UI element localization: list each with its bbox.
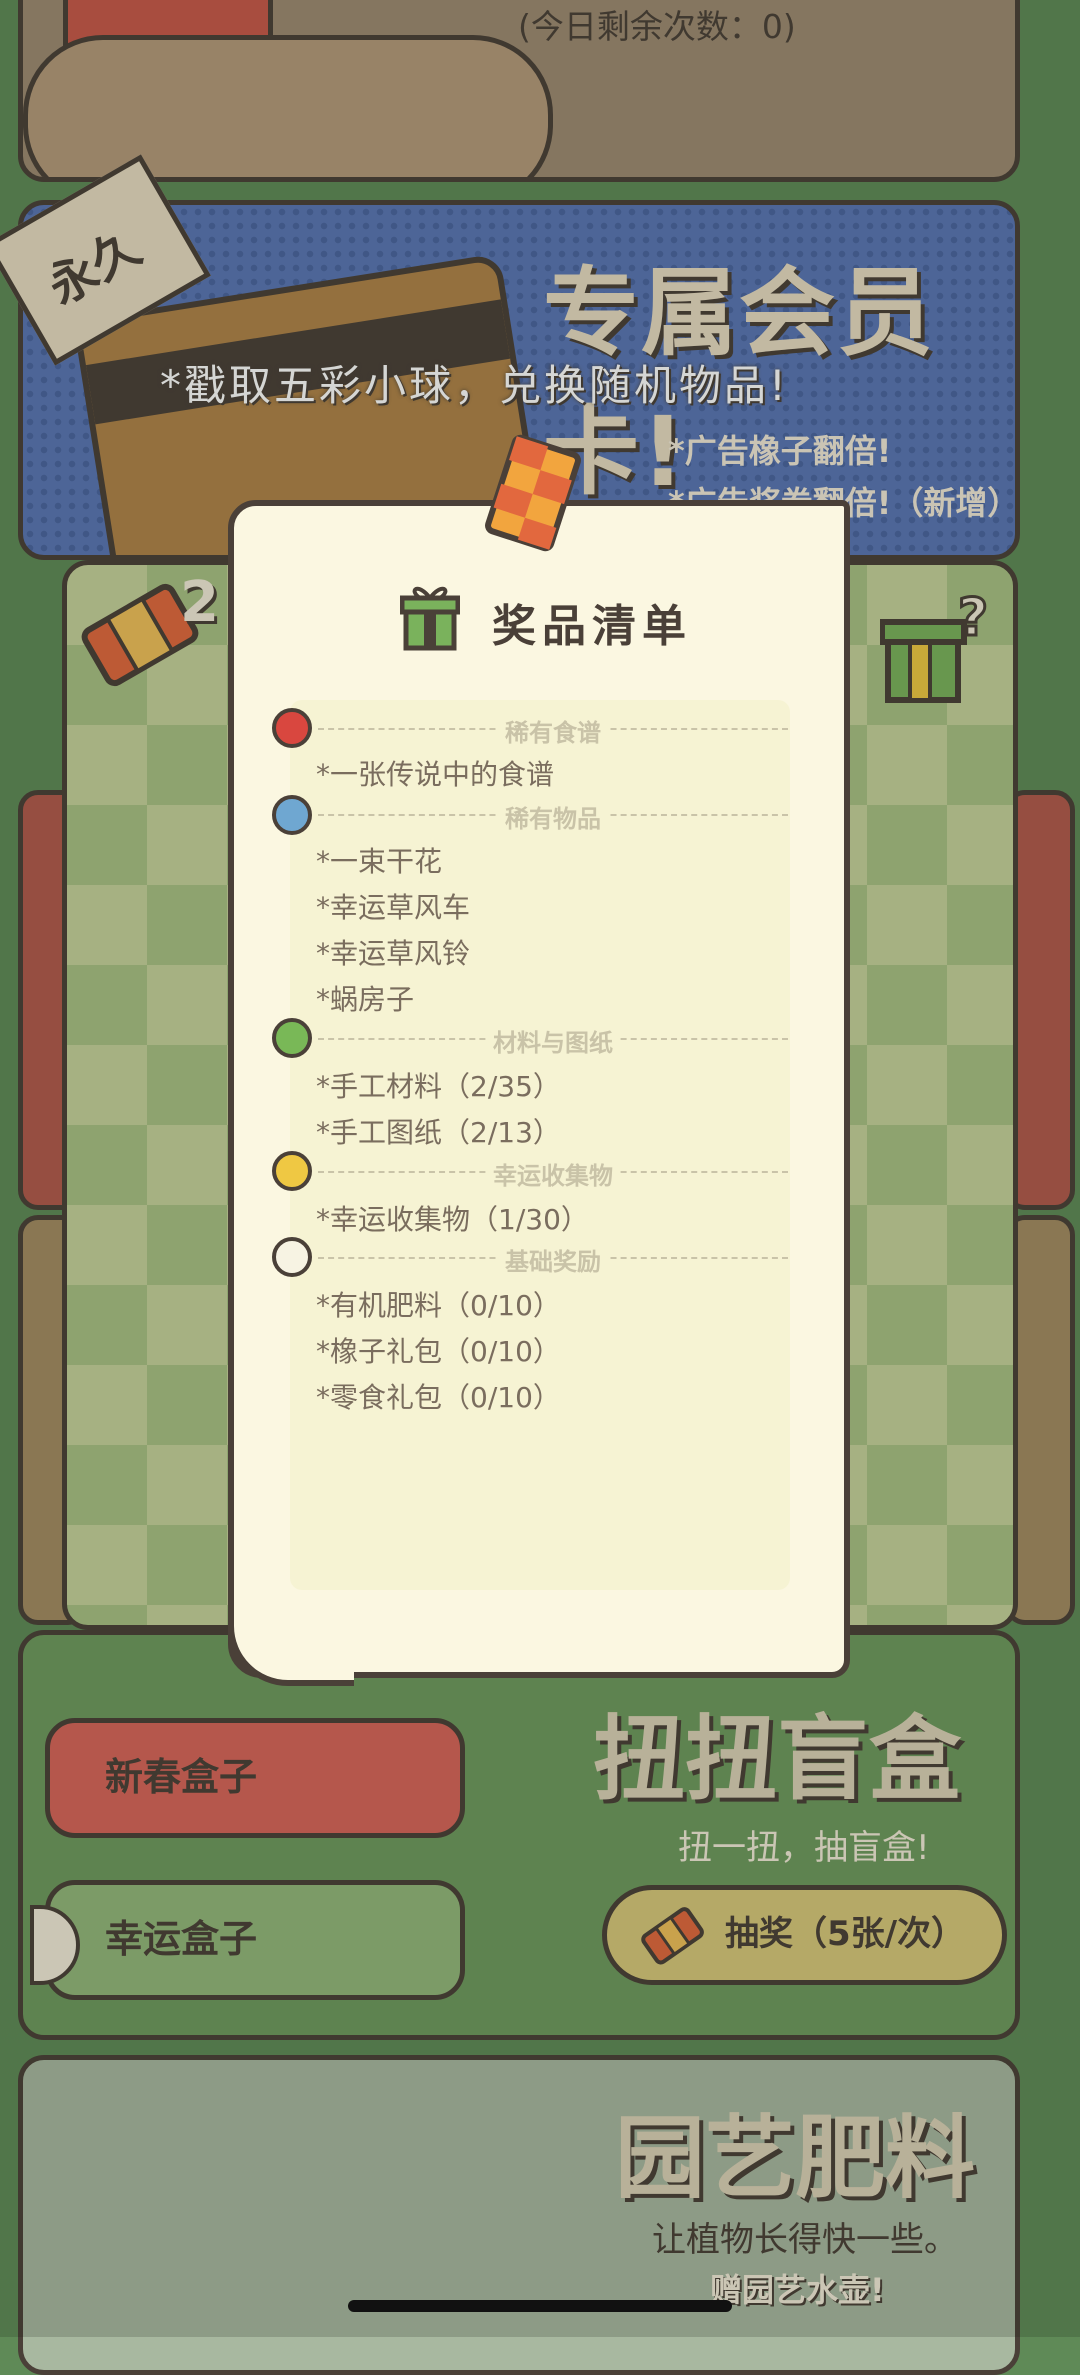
new-year-box-button[interactable]: 新春盒子 (45, 1718, 465, 1838)
prize-item: *手工材料（2/35） (316, 1070, 561, 1103)
white-ball-icon (272, 1237, 312, 1277)
prize-item: *手工图纸（2/13） (316, 1116, 561, 1149)
prize-item: *一张传说中的食谱 (316, 758, 555, 791)
gacha-subtitle: 扭一扭，抽盲盒! (678, 1828, 930, 1868)
section-header: 稀有食谱 (318, 713, 788, 748)
green-ball-icon (272, 1018, 312, 1058)
fertilizer-title: 园艺肥料 (615, 2106, 975, 2211)
red-ball-icon (272, 708, 312, 748)
blue-ball-icon (272, 795, 312, 835)
fertilizer-subtitle: 让植物长得快一些。 (652, 2220, 958, 2260)
section-header: 材料与图纸 (318, 1023, 788, 1058)
section-header: 基础奖励 (318, 1242, 788, 1277)
prize-item: *橡子礼包（0/10） (316, 1335, 561, 1368)
acorn-tray-art (23, 35, 553, 177)
ticket-count: 2 (180, 570, 219, 635)
prize-item: *一束干花 (316, 845, 443, 878)
prize-item: *有机肥料（0/10） (316, 1289, 561, 1322)
yellow-ball-icon (272, 1151, 312, 1191)
gacha-title: 扭扭盲盒 (593, 1706, 962, 1813)
vip-perk: *广告橡子翻倍! (668, 432, 892, 470)
draw-button[interactable]: 抽奖（5张/次） (602, 1885, 1007, 1985)
lucky-box-button[interactable]: 幸运盒子 (45, 1880, 465, 2000)
ticket-icon (641, 1907, 704, 1965)
svg-text:?: ? (958, 590, 988, 648)
home-indicator[interactable] (348, 2300, 732, 2312)
section-header: 稀有物品 (318, 799, 788, 834)
prize-item: *幸运收集物（1/30） (316, 1203, 589, 1236)
prize-item: *幸运草风车 (316, 891, 471, 924)
remaining-count: (今日剩余次数：0) (518, 7, 796, 46)
mystery-gift-icon[interactable]: ? (880, 590, 990, 710)
gift-icon (400, 586, 460, 651)
daily-panel: (今日剩余次数：0) (18, 0, 1020, 182)
machine-caption: *戳取五彩小球，兑换随机物品! (160, 361, 789, 410)
fertilizer-tag: 赠园艺水壶! (710, 2271, 885, 2309)
prize-item: *零食礼包（0/10） (316, 1381, 561, 1414)
modal-title: 奖品清单 (492, 601, 692, 652)
prize-item: *蜗房子 (316, 983, 415, 1016)
draw-button-label: 抽奖（5张/次） (725, 1914, 966, 1954)
section-header: 幸运收集物 (318, 1156, 788, 1191)
prize-item: *幸运草风铃 (316, 937, 471, 970)
